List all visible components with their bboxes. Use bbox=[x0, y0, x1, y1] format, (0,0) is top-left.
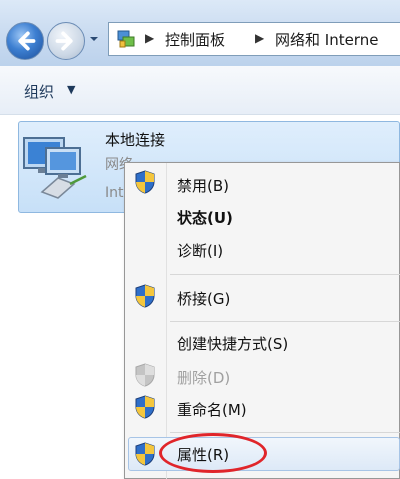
menu-separator bbox=[170, 274, 400, 275]
breadcrumb-control-panel[interactable]: 控制面板 bbox=[165, 29, 225, 50]
connection-adapter-name: Int bbox=[105, 185, 124, 201]
uac-shield-icon bbox=[135, 284, 155, 308]
uac-shield-icon bbox=[135, 363, 155, 387]
breadcrumb-network-internet[interactable]: 网络和 Interne bbox=[275, 29, 378, 50]
recent-pages-dropdown-icon[interactable] bbox=[89, 34, 99, 44]
breadcrumb-separator-icon[interactable]: ▶ bbox=[255, 31, 264, 45]
command-toolbar: 组织 ▼ bbox=[0, 66, 400, 115]
menu-item-rename[interactable]: 重命名(M) bbox=[177, 399, 247, 420]
menu-item-disable[interactable]: 禁用(B) bbox=[177, 175, 229, 196]
forward-arrow-icon bbox=[55, 31, 73, 51]
control-panel-icon bbox=[117, 30, 135, 48]
connection-name: 本地连接 bbox=[105, 131, 166, 149]
menu-separator bbox=[170, 321, 400, 322]
highlight-annotation-circle bbox=[159, 433, 267, 473]
menu-gutter-divider bbox=[166, 163, 167, 479]
network-adapter-icon bbox=[23, 137, 87, 199]
menu-item-diagnose[interactable]: 诊断(I) bbox=[177, 240, 223, 261]
menu-item-delete: 删除(D) bbox=[177, 369, 231, 387]
menu-item-bridge[interactable]: 桥接(G) bbox=[177, 288, 230, 309]
menu-item-create-shortcut[interactable]: 创建快捷方式(S) bbox=[177, 333, 288, 354]
organize-menu-button[interactable]: 组织 bbox=[24, 81, 54, 102]
address-bar[interactable]: ▶ 控制面板 ▶ 网络和 Interne bbox=[108, 22, 400, 56]
back-arrow-icon bbox=[18, 31, 36, 51]
back-button[interactable] bbox=[6, 22, 44, 60]
uac-shield-icon bbox=[135, 170, 155, 194]
forward-button[interactable] bbox=[47, 22, 85, 60]
breadcrumb-separator-icon[interactable]: ▶ bbox=[145, 31, 154, 45]
uac-shield-icon bbox=[135, 442, 155, 466]
chevron-down-icon[interactable]: ▼ bbox=[67, 83, 75, 96]
menu-item-status[interactable]: 状态(U) bbox=[177, 207, 233, 228]
uac-shield-icon bbox=[135, 395, 155, 419]
navigation-bar: ▶ 控制面板 ▶ 网络和 Interne bbox=[0, 0, 400, 66]
